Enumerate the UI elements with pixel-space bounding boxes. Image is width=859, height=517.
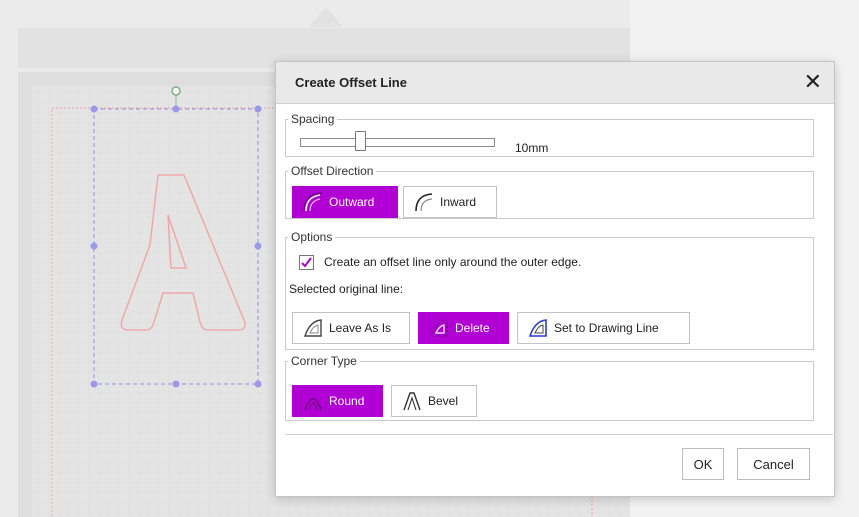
dialog-header: Create Offset Line ✕ bbox=[276, 62, 834, 104]
outer-edge-checkbox-label: Create an offset line only around the ou… bbox=[324, 255, 582, 269]
ok-button[interactable]: OK bbox=[682, 448, 724, 480]
round-corner-icon bbox=[302, 390, 324, 412]
vertical-ruler bbox=[18, 72, 32, 517]
leave-as-is-label: Leave As Is bbox=[329, 321, 392, 335]
delete-line-icon bbox=[428, 317, 450, 339]
set-to-drawing-line-button[interactable]: Set to Drawing Line bbox=[517, 312, 690, 344]
footer-divider bbox=[285, 434, 833, 435]
inward-label: Inward bbox=[440, 195, 477, 209]
spacing-value: 10mm bbox=[515, 141, 549, 155]
spacing-slider-thumb[interactable] bbox=[355, 131, 367, 151]
outward-icon bbox=[302, 191, 324, 213]
drawing-line-icon bbox=[527, 317, 549, 339]
outward-button[interactable]: Outward bbox=[292, 186, 398, 218]
rotate-handle[interactable] bbox=[171, 86, 181, 96]
delete-button[interactable]: Delete bbox=[418, 312, 509, 344]
leave-as-is-button[interactable]: Leave As Is bbox=[292, 312, 410, 344]
set-to-drawing-line-label: Set to Drawing Line bbox=[554, 321, 659, 335]
corner-type-legend: Corner Type bbox=[291, 354, 357, 368]
options-legend: Options bbox=[291, 230, 333, 244]
spacing-legend: Spacing bbox=[291, 112, 335, 126]
close-icon[interactable]: ✕ bbox=[804, 70, 822, 94]
round-label: Round bbox=[329, 394, 365, 408]
offset-direction-group: Offset Direction Outward Inward bbox=[285, 164, 814, 219]
bevel-label: Bevel bbox=[428, 394, 459, 408]
selected-original-line-label: Selected original line: bbox=[289, 282, 404, 296]
cancel-button[interactable]: Cancel bbox=[737, 448, 810, 480]
dialog-title: Create Offset Line bbox=[295, 75, 407, 90]
collapse-arrow-icon[interactable] bbox=[309, 7, 343, 27]
delete-label: Delete bbox=[455, 321, 490, 335]
spacing-slider-track[interactable] bbox=[300, 138, 495, 147]
options-group: Options Create an offset line only aroun… bbox=[285, 230, 814, 350]
offset-direction-legend: Offset Direction bbox=[291, 164, 374, 178]
bevel-button[interactable]: Bevel bbox=[391, 385, 477, 417]
spacing-group: Spacing 10mm bbox=[285, 112, 814, 157]
bevel-corner-icon bbox=[401, 390, 423, 412]
outward-label: Outward bbox=[329, 195, 375, 209]
inward-icon bbox=[413, 191, 435, 213]
leave-as-is-icon bbox=[302, 317, 324, 339]
corner-type-group: Corner Type Round Bevel bbox=[285, 354, 814, 421]
outer-edge-checkbox[interactable] bbox=[299, 255, 314, 270]
create-offset-line-dialog: Create Offset Line ✕ Spacing 10mm Offset… bbox=[275, 61, 835, 497]
round-button[interactable]: Round bbox=[292, 385, 383, 417]
inward-button[interactable]: Inward bbox=[403, 186, 497, 218]
checkmark-icon bbox=[301, 257, 312, 268]
